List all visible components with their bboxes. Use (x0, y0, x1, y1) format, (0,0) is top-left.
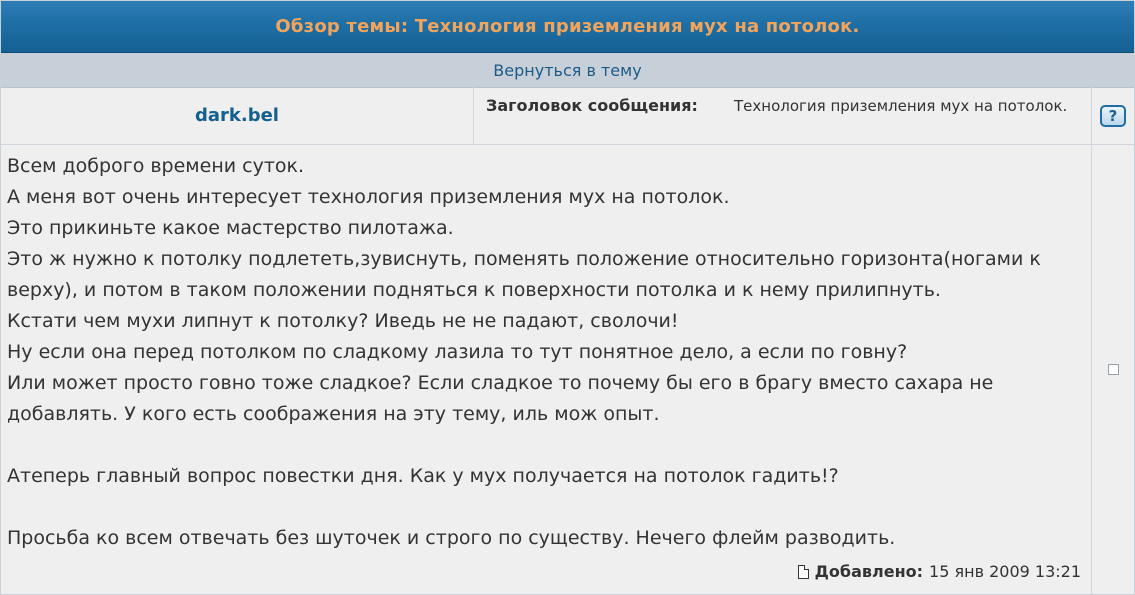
help-icon-glyph: ? (1108, 106, 1118, 125)
message-text: Всем доброго времени суток. А меня вот о… (7, 151, 1087, 554)
message-blank-line (7, 492, 1087, 523)
message-line: Или может просто говно тоже сладкое? Есл… (7, 372, 994, 425)
document-icon (797, 564, 809, 579)
message-cell: Всем доброго времени суток. А меня вот о… (1, 145, 1092, 594)
author-name[interactable]: dark.bel (195, 105, 279, 126)
message-line: Это прикиньте какое мастерство пилотажа. (7, 217, 454, 239)
message-blank-line (7, 430, 1087, 461)
select-post-checkbox[interactable] (1107, 364, 1119, 375)
posted-info: Добавлено: 15 янв 2009 13:21 (797, 562, 1081, 581)
post-header-row: dark.bel Заголовок сообщения: Технология… (1, 87, 1134, 145)
topic-title: Обзор темы: Технология приземления мух н… (275, 16, 860, 37)
back-to-topic-link[interactable]: Вернуться в тему (493, 61, 641, 80)
subject-text: Технология приземления мух на потолок. (734, 97, 1068, 115)
message-line: Атеперь главный вопрос повестки дня. Как… (7, 465, 839, 487)
post-body-row: Всем доброго времени суток. А меня вот о… (1, 145, 1134, 594)
help-icon[interactable]: ? (1100, 104, 1126, 127)
back-bar: Вернуться в тему (1, 53, 1134, 88)
message-line: Просьба ко всем отвечать без шуточек и с… (7, 527, 896, 549)
posted-label: Добавлено: (814, 562, 924, 581)
message-line: Это ж нужно к потолку подлететь,зувиснут… (7, 248, 1041, 301)
message-line: Ну если она перед потолком по сладкому л… (7, 341, 908, 363)
topic-header: Обзор темы: Технология приземления мух н… (1, 1, 1134, 53)
topic-review-panel: Обзор темы: Технология приземления мух н… (0, 0, 1135, 595)
select-cell (1092, 145, 1134, 594)
posted-date: 15 янв 2009 13:21 (929, 562, 1081, 581)
message-line: Кстати чем мухи липнут к потолку? Иведь … (7, 310, 679, 332)
message-line: Всем доброго времени суток. (7, 155, 305, 177)
message-line: А меня вот очень интересует технология п… (7, 186, 730, 208)
subject-cell: Заголовок сообщения: Технология приземле… (474, 87, 1092, 144)
subject-label: Заголовок сообщения: (486, 96, 698, 115)
help-cell: ? (1092, 87, 1134, 144)
author-cell: dark.bel (1, 87, 474, 144)
